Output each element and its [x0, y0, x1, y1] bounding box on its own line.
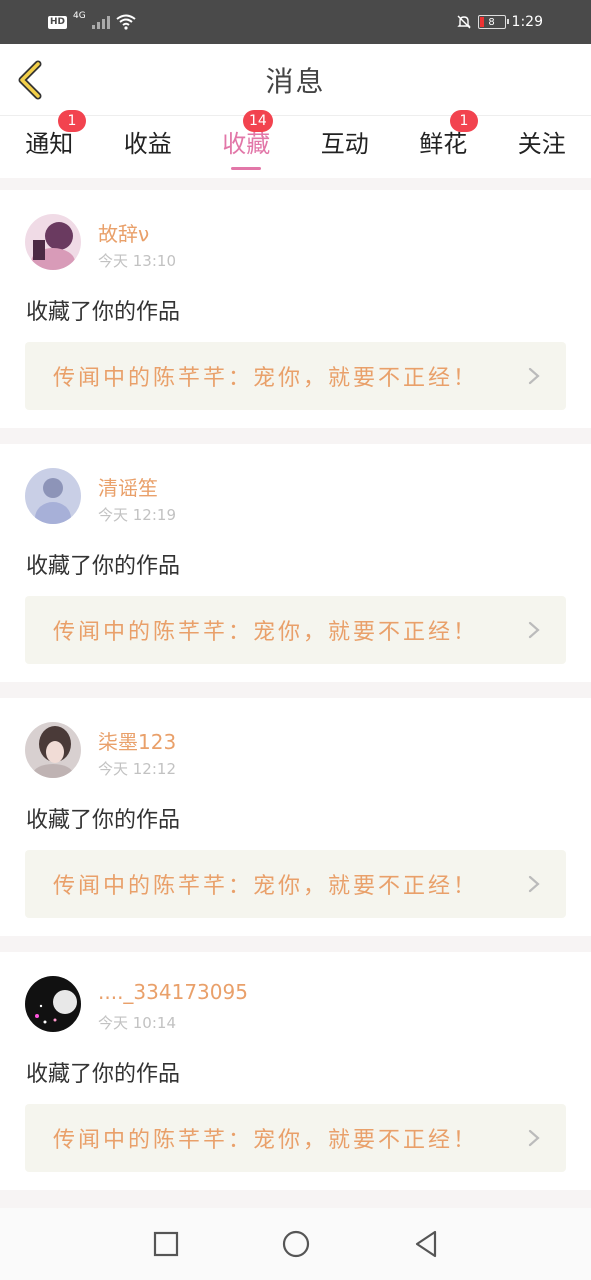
action-text: 收藏了你的作品 [26, 300, 181, 325]
triangle-back-icon[interactable] [411, 1229, 441, 1259]
tab-label: 收藏 [222, 130, 271, 158]
list-item: ...._334173095 今天 10:14 收藏了你的作品 传闻中的陈芊芊：… [0, 952, 591, 1190]
tab-indicator [231, 167, 262, 170]
chevron-right-icon [528, 1129, 540, 1147]
tab-label: 通知 [25, 130, 74, 158]
status-right: 8 1:29 [456, 14, 543, 30]
tab-badge: 14 [243, 110, 273, 132]
tab-interaction[interactable]: 互动 [296, 116, 395, 178]
status-left: HD 4G [48, 11, 136, 30]
list-item: 柒墨123 今天 12:12 收藏了你的作品 传闻中的陈芊芊：宠你，就要不正经！ [0, 698, 591, 936]
work-title: 传闻中的陈芊芊：宠你，就要不正经！ [53, 1128, 479, 1153]
avatar[interactable] [25, 976, 81, 1032]
list-item: 清谣笙 今天 12:19 收藏了你的作品 传闻中的陈芊芊：宠你，就要不正经！ [0, 444, 591, 682]
tab-flowers[interactable]: 鲜花 1 [394, 110, 493, 178]
user-name[interactable]: 故辞ν [98, 218, 149, 247]
work-link[interactable]: 传闻中的陈芊芊：宠你，就要不正经！ [25, 596, 566, 664]
work-title: 传闻中的陈芊芊：宠你，就要不正经！ [53, 874, 479, 899]
tab-label: 鲜花 [419, 130, 468, 158]
work-title: 传闻中的陈芊芊：宠你，就要不正经！ [53, 620, 479, 645]
page-title: 消息 [265, 64, 326, 98]
work-link[interactable]: 传闻中的陈芊芊：宠你，就要不正经！ [25, 850, 566, 918]
user-name[interactable]: ...._334173095 [98, 980, 248, 1004]
header: 消息 [0, 44, 591, 116]
system-nav-bar [0, 1208, 591, 1280]
tab-label: 收益 [123, 130, 172, 158]
work-link[interactable]: 传闻中的陈芊芊：宠你，就要不正经！ [25, 342, 566, 410]
list-item: 故辞ν 今天 13:10 收藏了你的作品 传闻中的陈芊芊：宠你，就要不正经！ [0, 190, 591, 428]
chevron-left-icon[interactable] [14, 58, 50, 102]
tab-badge: 1 [450, 110, 478, 132]
bell-off-icon [456, 15, 471, 29]
action-text: 收藏了你的作品 [26, 808, 181, 833]
square-icon[interactable] [151, 1229, 181, 1259]
avatar[interactable] [25, 468, 81, 524]
action-text: 收藏了你的作品 [26, 554, 181, 579]
chevron-right-icon [528, 367, 540, 385]
chevron-right-icon [528, 621, 540, 639]
tab-favorites[interactable]: 收藏 14 [197, 110, 296, 178]
tab-bar: 通知 1 收益 收藏 14 互动 鲜花 1 关注 [0, 110, 591, 178]
timestamp: 今天 12:12 [98, 760, 176, 778]
tab-badge: 1 [58, 110, 86, 132]
wifi-icon [116, 14, 136, 30]
timestamp: 今天 12:19 [98, 506, 176, 524]
clock: 1:29 [511, 14, 543, 30]
message-list: 故辞ν 今天 13:10 收藏了你的作品 传闻中的陈芊芊：宠你，就要不正经！ 清… [0, 190, 591, 1206]
tab-following[interactable]: 关注 [493, 116, 591, 178]
status-bar: HD 4G 8 1:29 [0, 0, 591, 44]
hd-badge: HD [48, 15, 68, 29]
battery-level: 8 [488, 16, 495, 28]
signal-icon [91, 15, 110, 29]
network-label: 4G [73, 11, 86, 21]
work-title: 传闻中的陈芊芊：宠你，就要不正经！ [53, 366, 479, 391]
work-link[interactable]: 传闻中的陈芊芊：宠你，就要不正经！ [25, 1104, 566, 1172]
user-name[interactable]: 清谣笙 [98, 472, 158, 501]
tab-earnings[interactable]: 收益 [99, 116, 198, 178]
tab-label: 互动 [320, 130, 369, 158]
action-text: 收藏了你的作品 [26, 1062, 181, 1087]
chevron-right-icon [528, 875, 540, 893]
user-name[interactable]: 柒墨123 [98, 726, 176, 755]
tab-notifications[interactable]: 通知 1 [0, 110, 99, 178]
battery-icon: 8 [477, 15, 509, 29]
avatar[interactable] [25, 722, 81, 778]
circle-icon[interactable] [281, 1229, 311, 1259]
avatar[interactable] [25, 214, 81, 270]
tab-label: 关注 [517, 130, 566, 158]
timestamp: 今天 13:10 [98, 252, 176, 270]
timestamp: 今天 10:14 [98, 1014, 176, 1032]
